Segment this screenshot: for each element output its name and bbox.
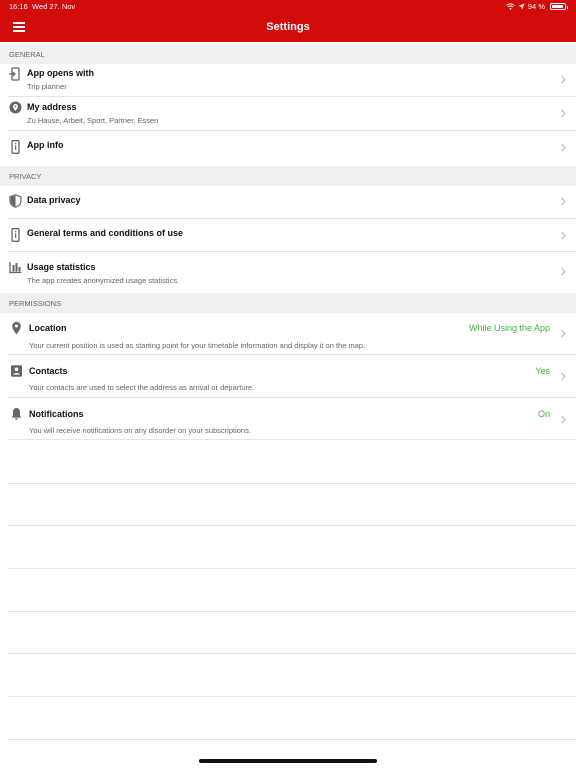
shield-icon xyxy=(9,194,22,208)
status-date: Wed 27. Nov xyxy=(31,2,76,11)
location-arrow-icon xyxy=(518,3,525,10)
section-header-privacy: PRIVACY xyxy=(0,166,576,186)
location-pin-icon xyxy=(12,321,21,335)
chevron-right-icon xyxy=(561,415,566,424)
row-data-privacy[interactable]: Data privacy xyxy=(0,186,576,219)
battery-icon xyxy=(550,3,568,10)
app-header: 16:16 Wed 27. Nov 94 % Settings xyxy=(0,0,576,42)
info-phone-icon xyxy=(11,140,20,154)
notifications-permission-value: On xyxy=(537,409,550,419)
row-notifications-permission[interactable]: Notifications On You will receive notifi… xyxy=(0,398,576,440)
chevron-right-icon xyxy=(561,329,566,338)
general-terms-label: General terms and conditions of use xyxy=(27,228,184,238)
status-indicators: 94 % xyxy=(506,2,568,11)
chevron-right-icon xyxy=(561,231,566,240)
chevron-right-icon xyxy=(561,75,566,84)
wifi-icon xyxy=(506,3,515,10)
chevron-right-icon xyxy=(561,267,566,276)
section-header-general: GENERAL xyxy=(0,44,576,64)
empty-row-divider xyxy=(8,483,576,484)
usage-statistics-desc: The app creates anonymized usage statist… xyxy=(27,276,180,285)
chevron-right-icon xyxy=(561,197,566,206)
my-address-value: Zu Hause, Arbeit, Sport, Partner, Essen xyxy=(27,116,159,125)
empty-row-divider xyxy=(8,611,576,612)
bell-icon xyxy=(11,408,22,420)
contacts-desc: Your contacts are used to select the add… xyxy=(29,383,255,392)
data-privacy-label: Data privacy xyxy=(27,195,81,205)
empty-row-divider xyxy=(8,568,576,569)
chevron-right-icon xyxy=(561,109,566,118)
contacts-permission-value: Yes xyxy=(535,366,550,376)
notifications-desc: You will receive notifications on any di… xyxy=(29,426,251,435)
app-open-icon xyxy=(9,67,20,81)
chevron-right-icon xyxy=(561,143,566,152)
notifications-label: Notifications xyxy=(29,409,84,419)
contacts-icon xyxy=(11,365,22,377)
status-time: 16:16 Wed 27. Nov xyxy=(9,2,75,11)
contacts-label: Contacts xyxy=(29,366,68,376)
app-info-label: App info xyxy=(27,140,64,150)
page-title: Settings xyxy=(266,21,310,33)
location-permission-value: While Using the App xyxy=(468,323,550,333)
empty-row-divider xyxy=(8,739,576,740)
row-location-permission[interactable]: Location While Using the App Your curren… xyxy=(0,313,576,355)
row-general-terms[interactable]: General terms and conditions of use xyxy=(0,219,576,252)
row-usage-statistics[interactable]: Usage statistics The app creates anonymi… xyxy=(0,252,576,292)
app-opens-label: App opens with xyxy=(27,68,94,78)
status-clock: 16:16 xyxy=(9,2,28,11)
bar-chart-icon xyxy=(9,262,22,274)
my-address-label: My address xyxy=(27,102,77,112)
row-app-opens-with[interactable]: App opens with Trip planner xyxy=(0,64,576,97)
map-pin-icon xyxy=(9,101,22,114)
app-opens-value: Trip planner xyxy=(27,82,67,91)
battery-percent: 94 % xyxy=(527,2,545,11)
usage-statistics-label: Usage statistics xyxy=(27,262,96,272)
empty-row-divider xyxy=(8,696,576,697)
location-desc: Your current position is used as startin… xyxy=(29,341,366,350)
chevron-right-icon xyxy=(561,372,566,381)
row-my-address[interactable]: My address Zu Hause, Arbeit, Sport, Part… xyxy=(0,97,576,131)
empty-row-divider xyxy=(8,525,576,526)
info-phone-icon xyxy=(11,228,20,242)
location-label: Location xyxy=(29,323,67,333)
empty-row-divider xyxy=(8,653,576,654)
section-header-permissions: PERMISSIONS xyxy=(0,293,576,313)
row-contacts-permission[interactable]: Contacts Yes Your contacts are used to s… xyxy=(0,355,576,398)
row-app-info[interactable]: App info xyxy=(0,131,576,164)
home-indicator[interactable] xyxy=(199,759,377,763)
